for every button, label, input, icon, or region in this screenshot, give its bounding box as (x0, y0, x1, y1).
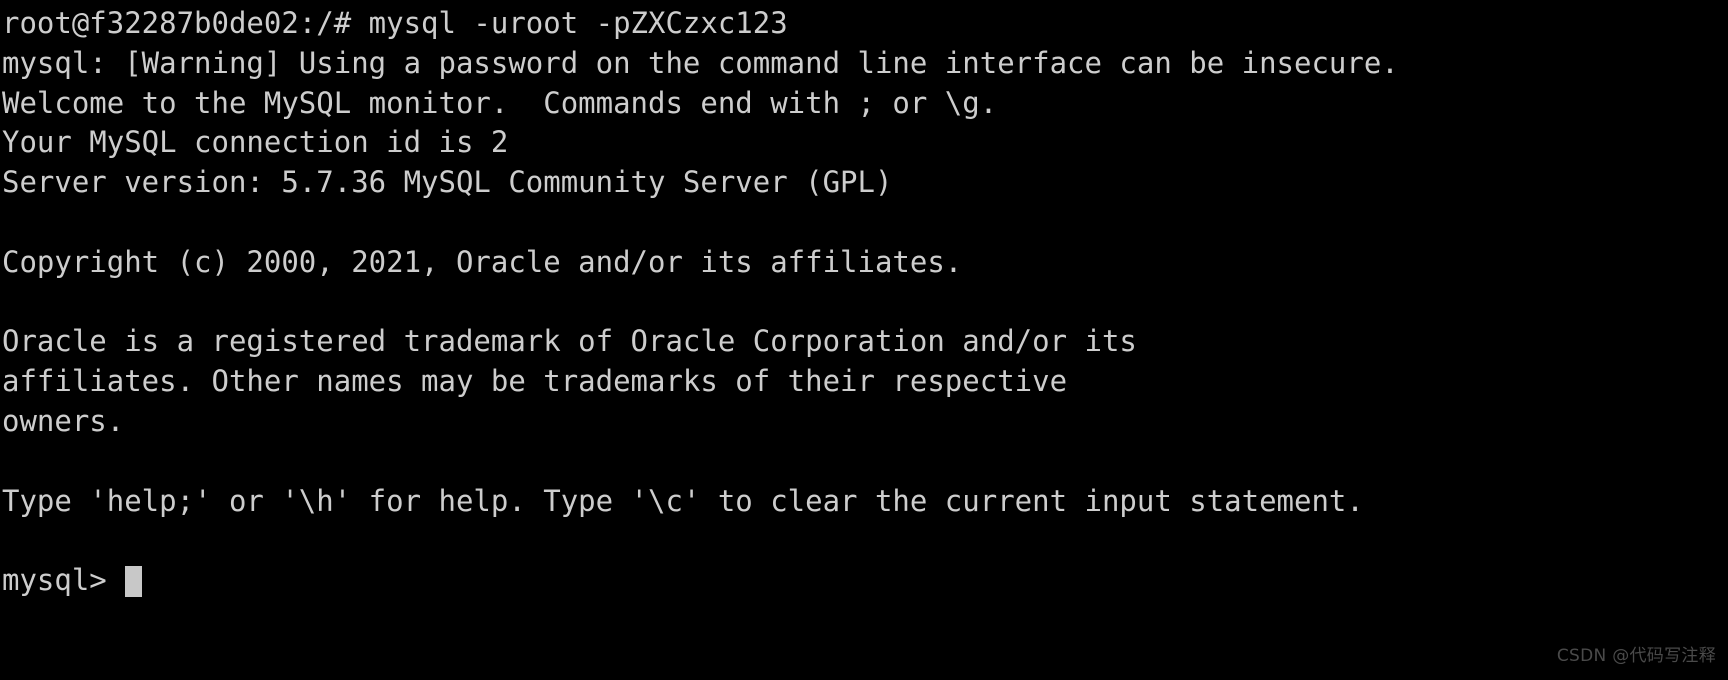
terminal-line-copyright: Copyright (c) 2000, 2021, Oracle and/or … (2, 244, 963, 279)
terminal-line-blank-2 (2, 283, 1728, 323)
terminal-line-trademark-3: owners. (2, 403, 125, 438)
terminal-line-connection-id: Your MySQL connection id is 2 (2, 125, 509, 160)
terminal-line-blank-4 (2, 521, 1728, 561)
terminal-line-trademark-1: Oracle is a registered trademark of Orac… (2, 324, 1137, 359)
terminal-window[interactable]: root@f32287b0de02:/# mysql -uroot -pZXCz… (0, 0, 1728, 680)
terminal-line-help-hint: Type 'help;' or '\h' for help. Type '\c'… (2, 483, 1364, 518)
terminal-line-server-version: Server version: 5.7.36 MySQL Community S… (2, 165, 893, 200)
terminal-line-welcome: Welcome to the MySQL monitor. Commands e… (2, 85, 998, 120)
block-cursor-icon (125, 565, 143, 597)
terminal-line-blank-1 (2, 203, 1728, 243)
csdn-watermark: CSDN @代码写注释 (1556, 646, 1716, 666)
terminal-line-blank-3 (2, 442, 1728, 482)
mysql-prompt-label: mysql> (2, 563, 125, 598)
mysql-prompt-line[interactable]: mysql> (2, 561, 1728, 601)
terminal-line-command: root@f32287b0de02:/# mysql -uroot -pZXCz… (2, 6, 788, 40)
terminal-line-trademark-2: affiliates. Other names may be trademark… (2, 364, 1068, 399)
terminal-line-warning: mysql: [Warning] Using a password on the… (2, 45, 1399, 80)
